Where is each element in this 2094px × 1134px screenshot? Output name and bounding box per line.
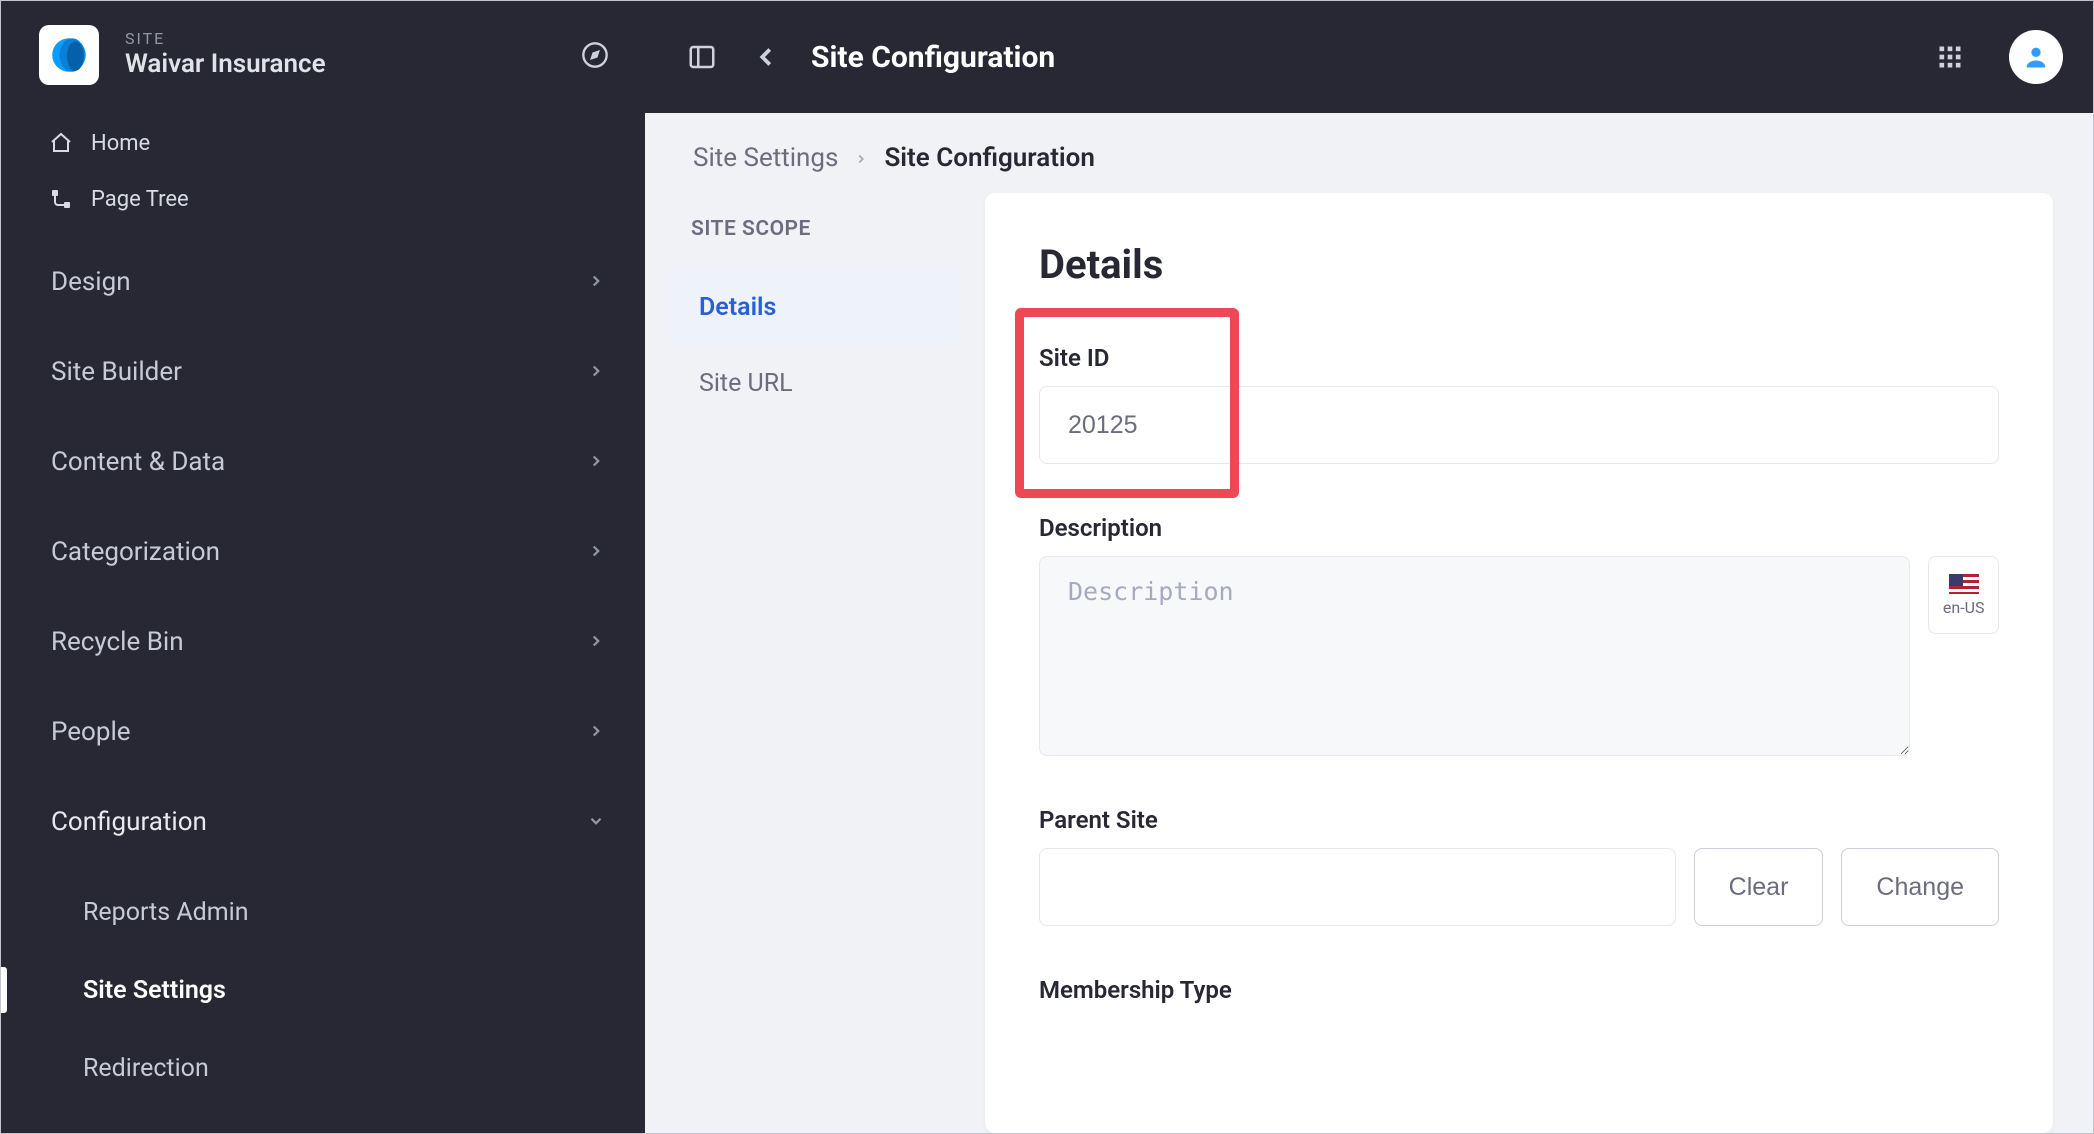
chevron-right-icon [587,447,605,477]
compass-icon [581,41,609,69]
nav-group-people-label: People [51,717,131,747]
scope-item-details[interactable]: Details [669,269,959,345]
compass-button[interactable] [575,35,615,75]
site-id-input [1039,386,1999,464]
panel-icon [687,42,717,72]
description-textarea[interactable] [1039,556,1910,756]
site-id-label: Site ID [1039,344,1999,372]
nav-group-content-data-label: Content & Data [51,447,225,477]
page-title: Site Configuration [811,40,1055,75]
description-label: Description [1039,514,1999,542]
field-membership-type: Membership Type [1039,976,1999,1004]
nav-group-design[interactable]: Design [1,237,645,327]
clear-button[interactable]: Clear [1694,848,1824,926]
parent-site-input[interactable] [1039,848,1676,926]
scope-item-details-label: Details [699,293,776,322]
site-name: Waivar Insurance [125,48,326,81]
nav-group-people[interactable]: People [1,687,645,777]
nav-group-configuration[interactable]: Configuration [1,777,645,867]
details-heading: Details [1039,241,1999,288]
scope-item-site-url-label: Site URL [699,369,793,398]
scope-nav: SITE SCOPE Details Site URL [645,191,985,1133]
sidebar-header: SITE Waivar Insurance [1,1,645,109]
chevron-right-icon [587,267,605,297]
content: Site Settings Site Configuration SITE SC… [645,113,2093,1133]
locale-selector[interactable]: en-US [1928,556,1999,634]
breadcrumb-separator-icon [854,143,868,173]
chevron-right-icon [587,627,605,657]
nav-sub-site-settings-label: Site Settings [83,976,226,1005]
main: Site Configuration Site Settings Site Co… [645,1,2093,1133]
scope-heading: SITE SCOPE [669,199,959,269]
nav-sub-site-settings[interactable]: Site Settings [1,951,645,1029]
body-row: SITE SCOPE Details Site URL Details Site… [645,191,2093,1133]
nav-group-categorization-label: Categorization [51,537,220,567]
breadcrumb-parent[interactable]: Site Settings [693,143,838,173]
locale-text: en-US [1943,598,1985,617]
nav-sub-reports-admin-label: Reports Admin [83,898,249,927]
apps-button[interactable] [1923,30,1977,84]
scope-item-site-url[interactable]: Site URL [669,345,959,421]
user-avatar[interactable] [2009,30,2063,84]
site-logo[interactable] [39,25,99,85]
nav-group-categorization[interactable]: Categorization [1,507,645,597]
chevron-right-icon [587,357,605,387]
user-icon [2022,43,2050,71]
nav-group-configuration-label: Configuration [51,807,207,837]
nav-sub-redirection[interactable]: Redirection [1,1029,645,1107]
chevron-left-icon [751,42,781,72]
change-button[interactable]: Change [1841,848,1999,926]
membership-type-label: Membership Type [1039,976,1999,1004]
nav-group-site-builder[interactable]: Site Builder [1,327,645,417]
nav-group-recycle-bin[interactable]: Recycle Bin [1,597,645,687]
topbar: Site Configuration [645,1,2093,113]
nav-group-site-builder-label: Site Builder [51,357,182,387]
chevron-right-icon [587,537,605,567]
flag-us-icon [1949,574,1979,594]
breadcrumb-current: Site Configuration [884,143,1094,173]
nav-page-tree-label: Page Tree [91,187,189,212]
home-icon [49,131,73,155]
details-card: Details Site ID Description en-US [985,193,2053,1133]
site-eyebrow: SITE [125,29,326,48]
nav-sub-redirection-label: Redirection [83,1054,209,1083]
nav-page-tree[interactable]: Page Tree [1,171,645,227]
chevron-right-icon [587,717,605,747]
nav-group-recycle-bin-label: Recycle Bin [51,627,184,657]
nav-home-label: Home [91,131,150,156]
apps-grid-icon [1936,43,1964,71]
nav-primary: Home Page Tree [1,109,645,237]
nav-group-design-label: Design [51,267,131,297]
field-parent-site: Parent Site Clear Change [1039,806,1999,926]
page-tree-icon [49,187,73,211]
toggle-sidebar-button[interactable] [675,30,729,84]
logo-icon [48,34,90,76]
nav-sub-reports-admin[interactable]: Reports Admin [1,873,645,951]
field-site-id: Site ID [1039,344,1999,464]
field-description: Description en-US [1039,514,1999,756]
chevron-down-icon [587,807,605,837]
breadcrumb: Site Settings Site Configuration [645,113,2093,191]
nav-home[interactable]: Home [1,115,645,171]
nav-group-content-data[interactable]: Content & Data [1,417,645,507]
back-button[interactable] [739,30,793,84]
parent-site-label: Parent Site [1039,806,1999,834]
site-info: SITE Waivar Insurance [125,29,326,81]
nav-configuration-children: Reports Admin Site Settings Redirection [1,867,645,1131]
sidebar: SITE Waivar Insurance Home Page Tree Des… [1,1,645,1133]
